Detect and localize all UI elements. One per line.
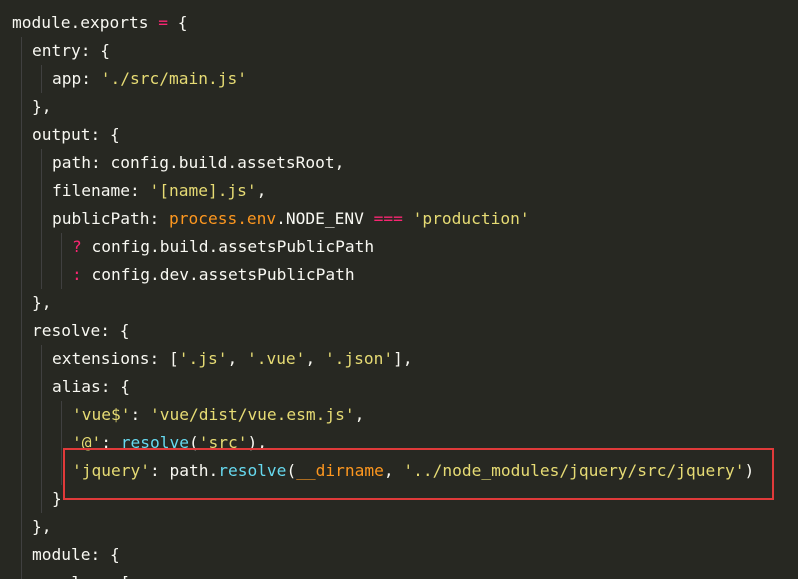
code-line[interactable]: '@': resolve('src'), [12,429,754,457]
code-line[interactable]: publicPath: process.env.NODE_ENV === 'pr… [12,205,754,233]
code-token: }, [32,517,52,536]
code-line[interactable]: output: { [12,121,754,149]
code-token: ) [744,461,755,480]
code-token: '.js' [178,349,228,368]
code-token: [ [120,573,130,579]
code-token: module [32,545,91,564]
code-token: { [120,377,130,396]
code-token: entry [32,41,81,60]
code-token: '../node_modules/jquery/src/jquery' [403,461,745,480]
code-token: resolve [120,433,189,452]
code-token: : [81,69,101,88]
code-token: : [90,125,110,144]
code-token: , [334,153,345,172]
code-line[interactable]: module.exports = { [12,9,754,37]
code-editor[interactable]: module.exports = {entry: {app: './src/ma… [0,0,798,579]
code-token: }, [32,97,52,116]
code-line[interactable]: }, [12,289,754,317]
code-token: : [100,377,121,396]
code-token: module.exports [12,13,149,32]
code-token: path. [169,461,219,480]
code-line[interactable]: alias: { [12,373,754,401]
code-line[interactable]: 'jquery': path.resolve(__dirname, '../no… [12,457,754,485]
code-line[interactable]: : config.dev.assetsPublicPath [12,261,754,289]
code-token: publicPath [52,209,150,228]
code-token: output [32,125,91,144]
code-content[interactable]: module.exports = {entry: {app: './src/ma… [12,9,754,579]
code-token: : [149,209,169,228]
code-token: : [100,321,120,340]
code-token: : [149,349,169,368]
code-token: : [80,41,101,60]
code-token: 'src' [198,433,248,452]
code-line[interactable]: entry: { [12,37,754,65]
code-line[interactable]: extensions: ['.js', '.vue', '.json'], [12,345,754,373]
code-line[interactable]: }, [12,513,754,541]
code-token: extensions [52,349,150,368]
code-token: resolve [32,321,101,340]
code-token: filename [52,181,130,200]
code-line[interactable]: filename: '[name].js', [12,177,754,205]
code-line[interactable]: module: { [12,541,754,569]
code-token: : [130,405,150,424]
code-token: __dirname [296,461,384,480]
code-token: '@' [72,433,102,452]
code-token: : [101,433,121,452]
code-token: , [354,405,365,424]
code-token: } [52,489,62,508]
code-token: 'vue/dist/vue.esm.js' [149,405,355,424]
code-line[interactable]: ? config.build.assetsPublicPath [12,233,754,261]
code-token: ), [247,433,267,452]
code-token: : [129,181,150,200]
code-token: path [52,153,91,172]
code-token: : [72,265,92,284]
code-token: , [256,181,267,200]
code-token: { [109,125,120,144]
code-token: .NODE_ENV [276,209,374,228]
code-token: , [227,349,247,368]
code-token: }, [32,293,52,312]
code-token: { [109,545,120,564]
code-token: config.dev.assetsPublicPath [91,265,355,284]
code-token: process.env [168,209,277,228]
code-token: 'jquery' [72,461,150,480]
code-token: ], [393,349,413,368]
code-token: alias [52,377,101,396]
code-token: 'vue$' [72,405,131,424]
code-token: './src/main.js' [100,69,247,88]
code-token: ( [286,461,297,480]
code-line[interactable]: 'vue$': 'vue/dist/vue.esm.js', [12,401,754,429]
code-token: = [148,13,178,32]
code-token: : [149,461,170,480]
code-token: config.build.assetsPublicPath [91,237,375,256]
code-token: : [101,573,121,579]
code-token: resolve [218,461,287,480]
code-line[interactable]: rules: [ [12,569,754,579]
code-token: { [177,13,188,32]
code-line[interactable]: path: config.build.assetsRoot, [12,149,754,177]
code-token: app [52,69,82,88]
code-line[interactable]: app: './src/main.js' [12,65,754,93]
code-token: 'production' [412,209,530,228]
code-token: ( [188,433,199,452]
code-line[interactable]: resolve: { [12,317,754,345]
code-token: { [100,41,110,60]
code-token: ? [72,237,92,256]
code-line[interactable]: }, [12,93,754,121]
code-token: === [373,209,403,228]
code-token: '.json' [324,349,394,368]
code-line[interactable]: } [12,485,754,513]
code-token: config.build.assetsRoot [110,153,335,172]
code-token: , [383,461,404,480]
code-token: : [90,153,111,172]
code-token: rules [52,573,101,579]
code-token: , [305,349,325,368]
code-token: '.vue' [246,349,306,368]
code-token: { [119,321,130,340]
code-token: [ [168,349,179,368]
code-token: : [90,545,110,564]
code-token: '[name].js' [149,181,257,200]
